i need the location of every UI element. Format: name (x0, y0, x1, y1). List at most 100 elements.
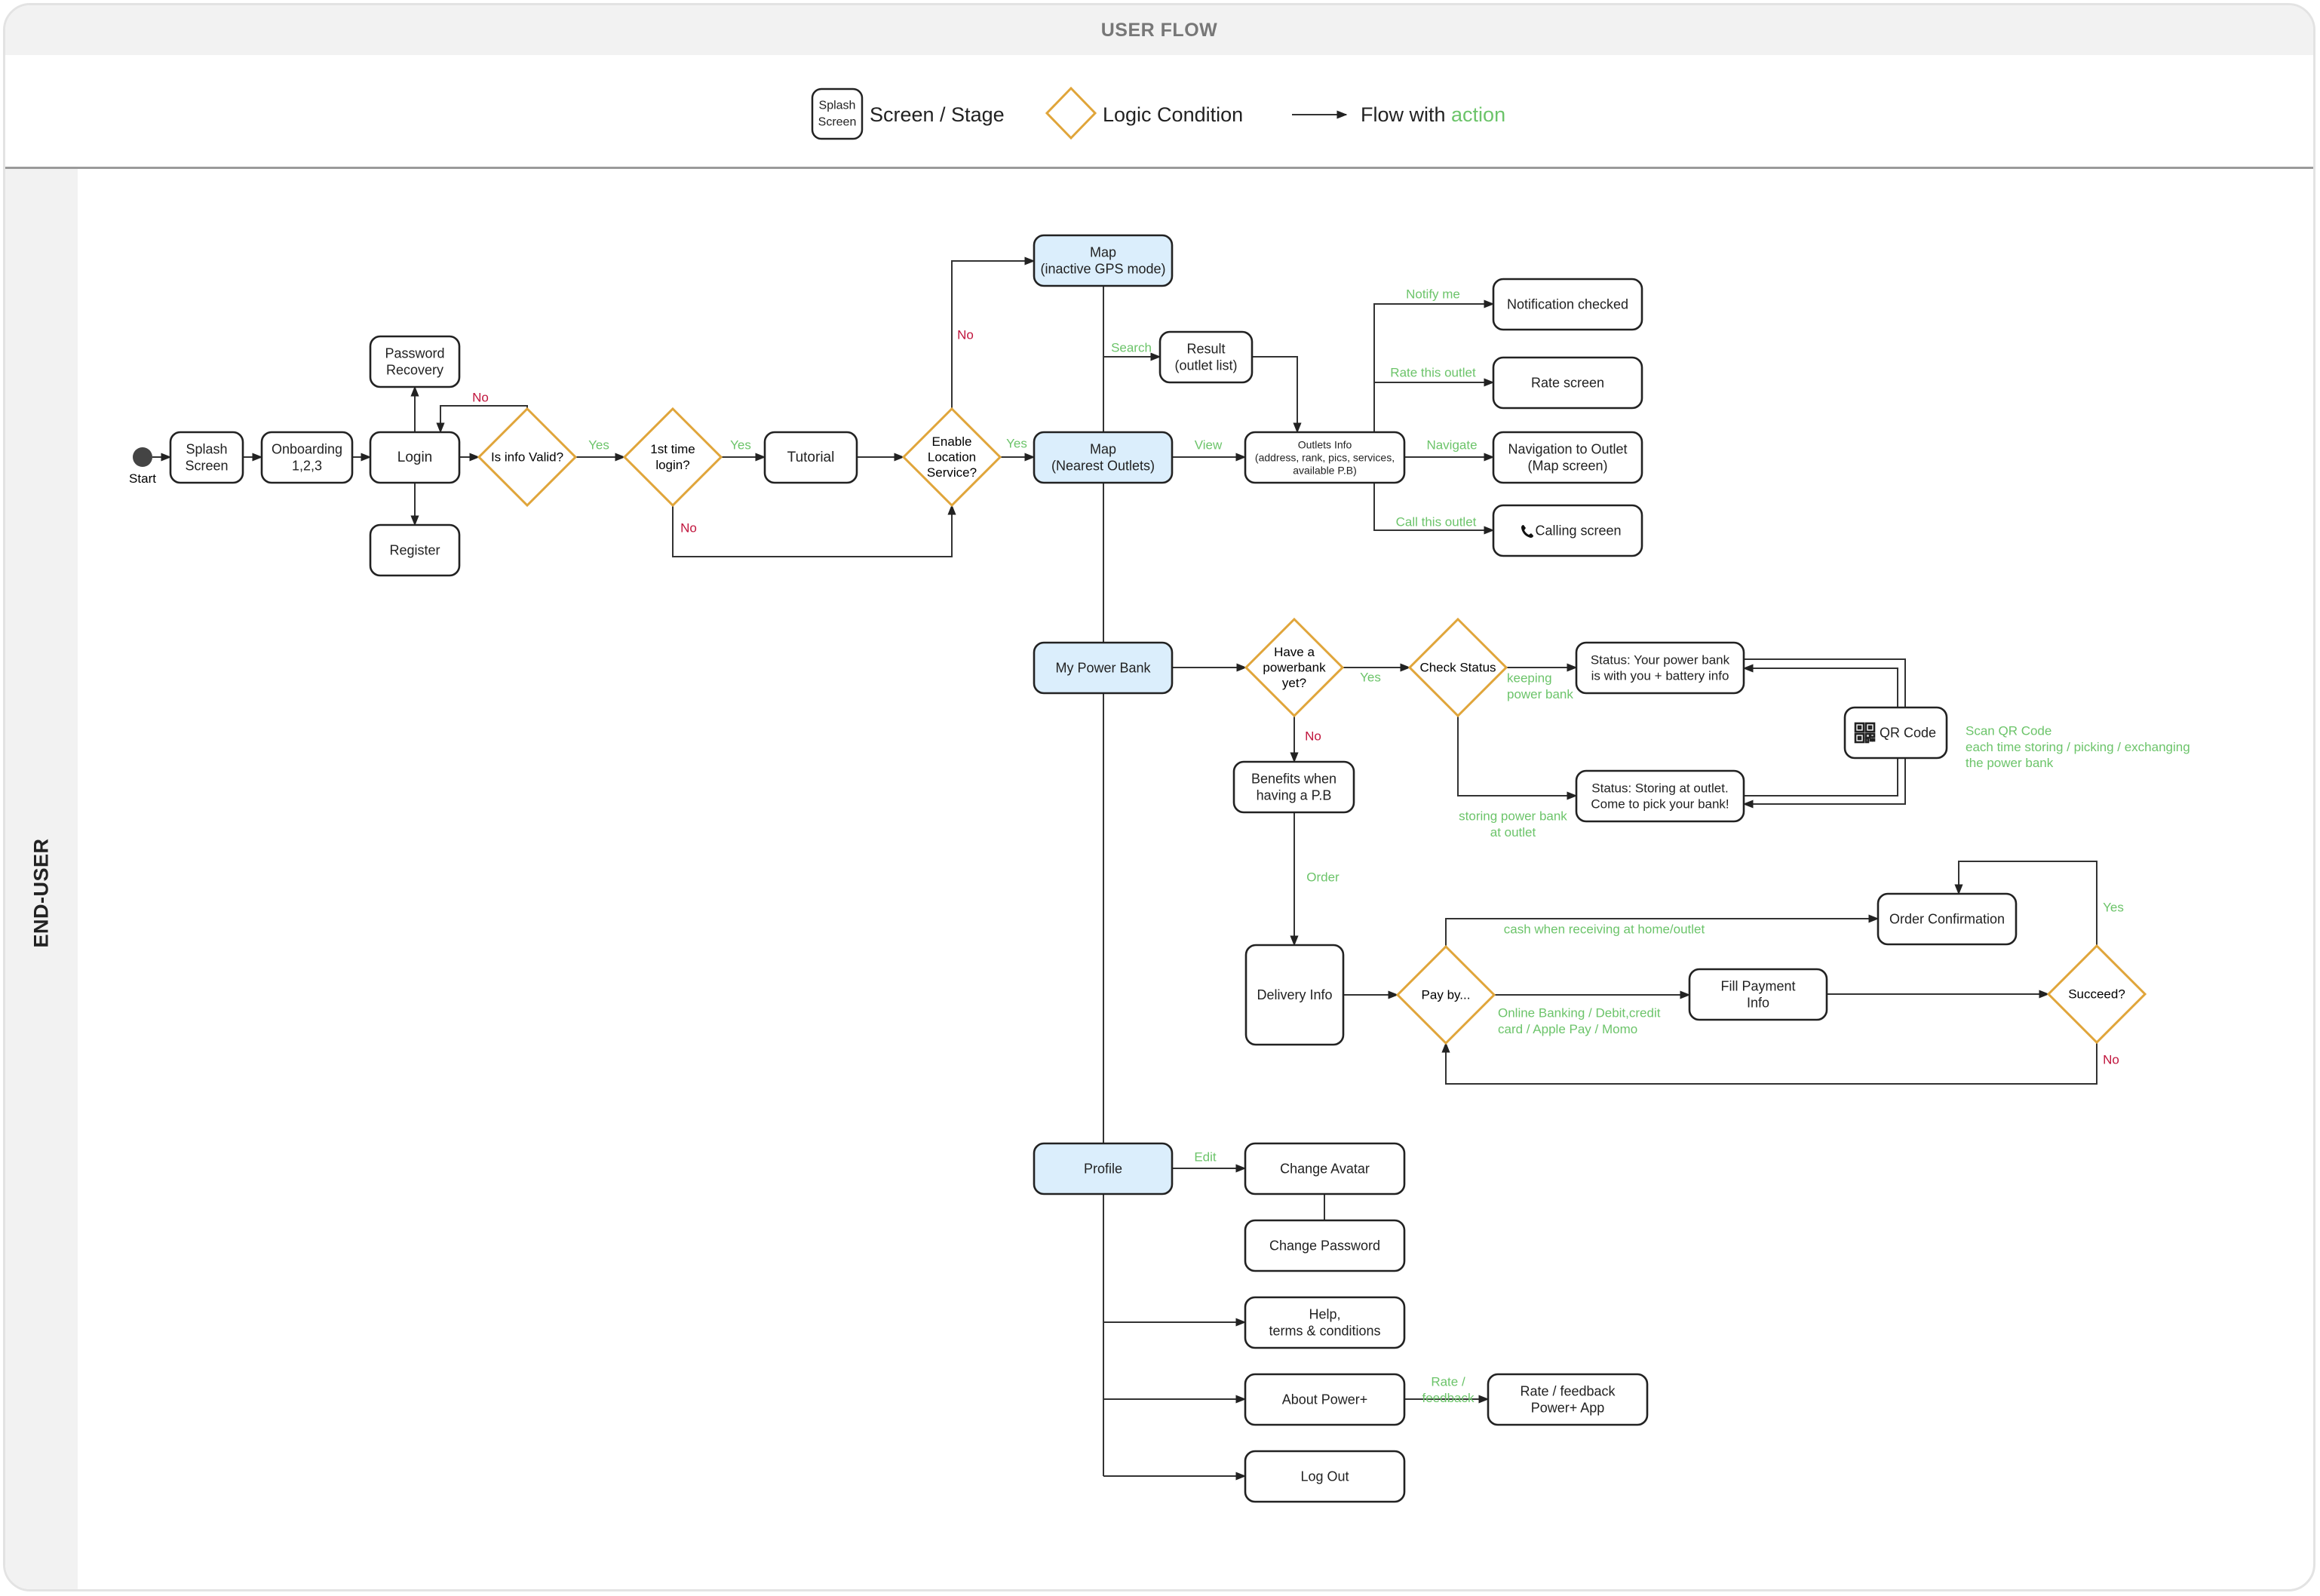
node-password-recovery[interactable]: PasswordRecovery (369, 335, 461, 388)
node-label: QR Code (1880, 726, 1936, 741)
node-result[interactable]: Result(outlet list) (1158, 330, 1254, 384)
node-status-storing[interactable]: Status: Storing at outlet.Come to pick y… (1575, 769, 1745, 823)
connector-line (1744, 658, 1906, 707)
start-node: Start (129, 447, 156, 486)
node-label: About Power+ (1282, 1392, 1368, 1407)
node-label: 1,2,3 (292, 458, 322, 473)
node-label: Map (1090, 442, 1116, 457)
start-dot (133, 447, 152, 467)
node-label: Calling screen (1535, 523, 1621, 539)
flow-arrow (1441, 1042, 2098, 1085)
node-status-with-you[interactable]: Status: Your power bankis with you + bat… (1575, 641, 1745, 695)
node-tutorial[interactable]: Tutorial (763, 431, 858, 484)
node-label: Result (1186, 342, 1225, 357)
node-register[interactable]: Register (369, 523, 461, 577)
decision-have-powerbank[interactable]: Have a powerbankyet? (1244, 617, 1345, 718)
edge-label: Edit (1194, 1150, 1217, 1165)
edge-label-line: the power bank (1966, 756, 2054, 770)
legend-screen-label: Screen / Stage (870, 103, 1005, 126)
edge-label: Yes (1360, 671, 1381, 685)
node-label: Change Password (1269, 1238, 1380, 1254)
node-profile[interactable]: Profile (1033, 1142, 1174, 1195)
node-label: Help, (1309, 1307, 1340, 1322)
node-log-out[interactable]: Log Out (1244, 1450, 1406, 1503)
node-label: Status: Your power bank (1591, 653, 1730, 668)
node-label: Tutorial (787, 450, 835, 465)
node-fill-payment[interactable]: Fill PaymentInfo (1688, 968, 1828, 1021)
node-delivery-info[interactable]: Delivery Info (1244, 944, 1345, 1046)
legend-flow-label: Flow with action (1361, 103, 1505, 126)
node-splash[interactable]: SplashScreen (169, 431, 244, 484)
node-label: terms & conditions (1269, 1323, 1380, 1338)
edge-label: Yes (2103, 901, 2124, 915)
node-qr-code[interactable]: QR Code (1843, 706, 1948, 760)
node-label: Rate screen (1531, 376, 1604, 391)
node-login[interactable]: Login (369, 431, 461, 484)
node-rate-screen[interactable]: Rate screen (1492, 356, 1643, 410)
node-about[interactable]: About Power+ (1244, 1373, 1406, 1426)
node-label: Come to pick your bank! (1591, 796, 1729, 811)
node-change-password[interactable]: Change Password (1244, 1219, 1406, 1272)
start-label: Start (129, 471, 156, 486)
node-label: (address, rank, pics, services, (1255, 452, 1395, 464)
decision-label: 1st time (650, 442, 695, 456)
edge-label-line: feedback (1422, 1391, 1475, 1405)
node-outlets-info[interactable]: Outlets Info (address, rank, pics, servic… (1244, 431, 1406, 484)
node-label: Onboarding (272, 442, 342, 457)
node-navigation[interactable]: Navigation to Outlet(Map screen) (1492, 431, 1643, 484)
node-rate-feedback[interactable]: Rate / feedbackPower+ App (1487, 1373, 1649, 1426)
node-label: (Map screen) (1527, 458, 1607, 473)
legend-logic-label: Logic Condition (1103, 103, 1243, 126)
node-label: Password (385, 346, 444, 361)
node-label: Navigation to Outlet (1508, 442, 1627, 457)
node-notification-checked[interactable]: Notification checked (1492, 278, 1643, 331)
edge-label: No (680, 521, 697, 536)
node-onboarding[interactable]: Onboarding1,2,3 (260, 431, 354, 484)
decision-label: Succeed? (2068, 987, 2125, 1002)
node-help[interactable]: Help,terms & conditions (1244, 1296, 1406, 1349)
node-label: Notification checked (1507, 297, 1628, 312)
edge-label-line: Scan QR Code (1966, 724, 2051, 738)
legend-screen-sample: Screen (818, 116, 857, 129)
legend-screen-sample: Splash (819, 100, 856, 112)
decision-succeed[interactable]: Succeed? (2046, 944, 2147, 1045)
legend-flow: Flow with action (1292, 103, 1505, 126)
edge-label: Online Banking / Debit,creditcard / Appl… (1498, 1006, 1661, 1036)
node-calling[interactable]: Calling screen (1492, 504, 1643, 557)
flow-arrow (1457, 716, 1578, 800)
node-label: Benefits when (1251, 772, 1336, 787)
shapes: SplashScreen Onboarding1,2,3 Login Password… (129, 234, 2147, 1503)
decision-label: Is info Valid? (491, 450, 563, 465)
decision-label: Service? (927, 465, 977, 480)
edge-label: Order (1306, 870, 1340, 885)
node-label: My Power Bank (1055, 661, 1151, 676)
edge-label-line: card / Apple Pay / Momo (1498, 1022, 1637, 1036)
edge-label: No (2103, 1053, 2119, 1067)
legend-logic: Logic Condition (1045, 86, 1243, 140)
edge-label: Search (1111, 341, 1152, 355)
decision-info-valid[interactable]: Is info Valid? (477, 407, 578, 508)
edge-label: Navigate (1426, 438, 1477, 453)
connector-line (1744, 758, 1898, 796)
node-benefits[interactable]: Benefits whenhaving a P.B (1232, 760, 1355, 814)
decision-first-login[interactable]: 1st time login? (622, 407, 723, 508)
decision-label: Enable (932, 434, 972, 449)
node-label: (outlet list) (1174, 358, 1237, 373)
node-label: Fill Payment (1720, 979, 1795, 994)
edge-label: No (1305, 729, 1321, 744)
edge-label: View (1195, 438, 1223, 453)
edge-label: Rate / feedback (1422, 1375, 1475, 1405)
decision-check-status[interactable]: Check Status (1407, 617, 1508, 718)
decision-pay-by[interactable]: Pay by... (1395, 944, 1496, 1045)
node-map-nearest[interactable]: Map(Nearest Outlets) (1033, 431, 1174, 484)
decision-enable-location[interactable]: EnableLocationService? (901, 407, 1002, 508)
node-label: Recovery (386, 362, 443, 377)
decision-label: powerbank (1263, 661, 1326, 675)
node-my-power-bank[interactable]: My Power Bank (1033, 641, 1174, 695)
node-change-avatar[interactable]: Change Avatar (1244, 1142, 1406, 1195)
edge-label: Scan QR Code each time storing / picking … (1966, 724, 2190, 771)
node-label: available P.B) (1293, 465, 1357, 477)
node-map-inactive[interactable]: Map(inactive GPS mode) (1033, 234, 1174, 287)
decision-label: Check Status (1419, 661, 1496, 675)
node-order-confirmation[interactable]: Order Confirmation (1877, 892, 2018, 946)
